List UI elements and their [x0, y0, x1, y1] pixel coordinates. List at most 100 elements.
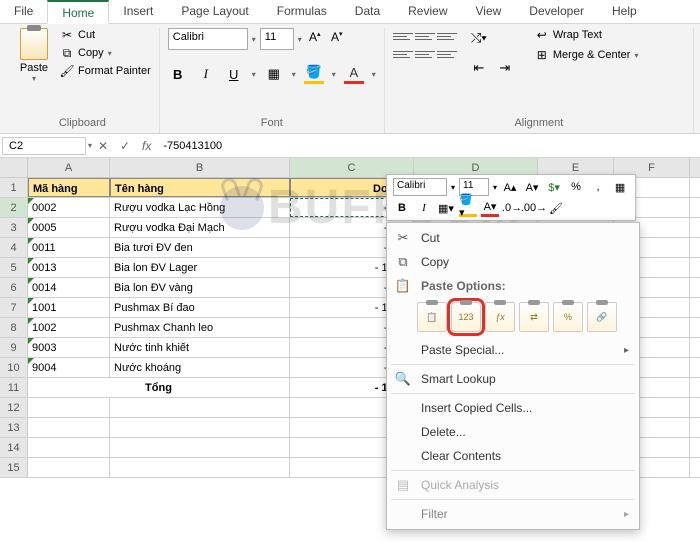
tab-data[interactable]: Data: [341, 0, 394, 23]
format-painter-button[interactable]: 🖌Format Painter: [60, 64, 151, 78]
mini-inc-decimal[interactable]: .0→: [503, 199, 521, 217]
increase-indent-button[interactable]: ⇥: [495, 58, 515, 78]
row-header[interactable]: 3: [0, 218, 28, 237]
mini-grow-font[interactable]: A▴: [501, 178, 519, 196]
merge-center-button[interactable]: ⊞Merge & Center ▾: [535, 48, 639, 62]
ctx-delete[interactable]: Delete...: [387, 420, 639, 444]
cell[interactable]: 1002: [28, 318, 110, 337]
cell[interactable]: [110, 458, 290, 477]
cut-button[interactable]: ✂Cut: [60, 28, 151, 42]
col-header-b[interactable]: B: [110, 158, 290, 177]
paste-opt-formatting[interactable]: %: [553, 302, 583, 332]
cell[interactable]: 0005: [28, 218, 110, 237]
cell[interactable]: Bia tươi ĐV đen: [110, 238, 290, 257]
enter-formula-button[interactable]: ✓: [114, 139, 136, 153]
row-header[interactable]: 15: [0, 458, 28, 477]
cell-total-label[interactable]: Tổng: [28, 378, 290, 397]
cell[interactable]: Nước khoáng: [110, 358, 290, 377]
mini-accounting-format[interactable]: $▾: [545, 178, 563, 196]
font-color-button[interactable]: A: [344, 64, 364, 84]
cell[interactable]: Rượu vodka Đại Mạch: [110, 218, 290, 237]
cell[interactable]: Pushmax Bí đao: [110, 298, 290, 317]
paste-opt-formulas[interactable]: ƒx: [485, 302, 515, 332]
ctx-paste-special[interactable]: Paste Special...▸: [387, 338, 639, 362]
underline-button[interactable]: U: [224, 64, 244, 84]
grow-font-button[interactable]: A▴: [306, 30, 324, 48]
tab-review[interactable]: Review: [394, 0, 461, 23]
tab-help[interactable]: Help: [598, 0, 651, 23]
row-header[interactable]: 13: [0, 418, 28, 437]
font-name-select[interactable]: Calibri: [168, 28, 248, 50]
cell[interactable]: [110, 398, 290, 417]
mini-borders-button[interactable]: ▦: [611, 178, 629, 196]
cell-header[interactable]: Mã hàng: [28, 178, 110, 197]
cell-header[interactable]: Tên hàng: [110, 178, 290, 197]
cell[interactable]: 1001: [28, 298, 110, 317]
row-header[interactable]: 14: [0, 438, 28, 457]
border-button[interactable]: ▦: [264, 64, 284, 84]
fx-icon[interactable]: fx: [136, 139, 157, 153]
mini-italic[interactable]: I: [415, 199, 433, 217]
mini-percent-button[interactable]: %: [567, 178, 585, 196]
paste-opt-link[interactable]: 🔗: [587, 302, 617, 332]
mini-border[interactable]: ▦▾: [437, 199, 455, 217]
row-header[interactable]: 2: [0, 198, 28, 217]
paste-button[interactable]: Paste ▾: [14, 28, 54, 83]
ctx-smart-lookup[interactable]: 🔍Smart Lookup: [387, 367, 639, 391]
cell[interactable]: [28, 418, 110, 437]
formula-input[interactable]: -750413100: [157, 138, 700, 154]
row-header[interactable]: 5: [0, 258, 28, 277]
tab-view[interactable]: View: [462, 0, 516, 23]
tab-developer[interactable]: Developer: [515, 0, 598, 23]
tab-home[interactable]: Home: [47, 0, 109, 24]
row-header[interactable]: 11: [0, 378, 28, 397]
tab-formulas[interactable]: Formulas: [263, 0, 341, 23]
align-top-button[interactable]: [393, 28, 413, 44]
align-middle-button[interactable]: [415, 28, 435, 44]
align-center-button[interactable]: [415, 46, 435, 62]
ctx-copy[interactable]: ⧉Copy: [387, 250, 639, 274]
ctx-filter[interactable]: Filter▸: [387, 502, 639, 526]
paste-opt-values[interactable]: 123: [451, 302, 481, 332]
mini-dec-decimal[interactable]: .00→: [525, 199, 543, 217]
cell[interactable]: [28, 458, 110, 477]
col-header-a[interactable]: A: [28, 158, 110, 177]
row-header[interactable]: 7: [0, 298, 28, 317]
cell[interactable]: 9003: [28, 338, 110, 357]
mini-bold[interactable]: B: [393, 199, 411, 217]
ctx-clear-contents[interactable]: Clear Contents: [387, 444, 639, 468]
mini-fill-color[interactable]: 🪣▾: [459, 199, 477, 217]
row-header[interactable]: 1: [0, 178, 28, 197]
cell[interactable]: Pushmax Chanh leo: [110, 318, 290, 337]
select-all-corner[interactable]: [0, 158, 28, 177]
align-right-button[interactable]: [437, 46, 457, 62]
paste-opt-transpose[interactable]: ⇄: [519, 302, 549, 332]
row-header[interactable]: 10: [0, 358, 28, 377]
copy-button[interactable]: ⧉Copy ▾: [60, 46, 151, 60]
cell[interactable]: 0014: [28, 278, 110, 297]
row-header[interactable]: 4: [0, 238, 28, 257]
tab-page-layout[interactable]: Page Layout: [167, 0, 262, 23]
decrease-indent-button[interactable]: ⇤: [469, 58, 489, 78]
ctx-insert-copied[interactable]: Insert Copied Cells...: [387, 396, 639, 420]
cell[interactable]: 0011: [28, 238, 110, 257]
tab-insert[interactable]: Insert: [109, 0, 167, 23]
name-box[interactable]: C2: [2, 137, 86, 155]
orientation-button[interactable]: ⤭▾: [469, 28, 489, 48]
cell[interactable]: 0013: [28, 258, 110, 277]
row-header[interactable]: 8: [0, 318, 28, 337]
mini-format-painter[interactable]: 🖌: [547, 199, 565, 217]
cell[interactable]: 0002: [28, 198, 110, 217]
row-header[interactable]: 6: [0, 278, 28, 297]
ctx-cut[interactable]: ✂Cut: [387, 226, 639, 250]
align-left-button[interactable]: [393, 46, 413, 62]
shrink-font-button[interactable]: A▾: [328, 30, 346, 48]
cell[interactable]: [110, 418, 290, 437]
cancel-formula-button[interactable]: ✕: [92, 139, 114, 153]
cell[interactable]: Rượu vodka Lạc Hồng: [110, 198, 290, 217]
tab-file[interactable]: File: [0, 0, 47, 23]
align-bottom-button[interactable]: [437, 28, 457, 44]
wrap-text-button[interactable]: ↩Wrap Text: [535, 28, 639, 42]
italic-button[interactable]: I: [196, 64, 216, 84]
row-header[interactable]: 12: [0, 398, 28, 417]
